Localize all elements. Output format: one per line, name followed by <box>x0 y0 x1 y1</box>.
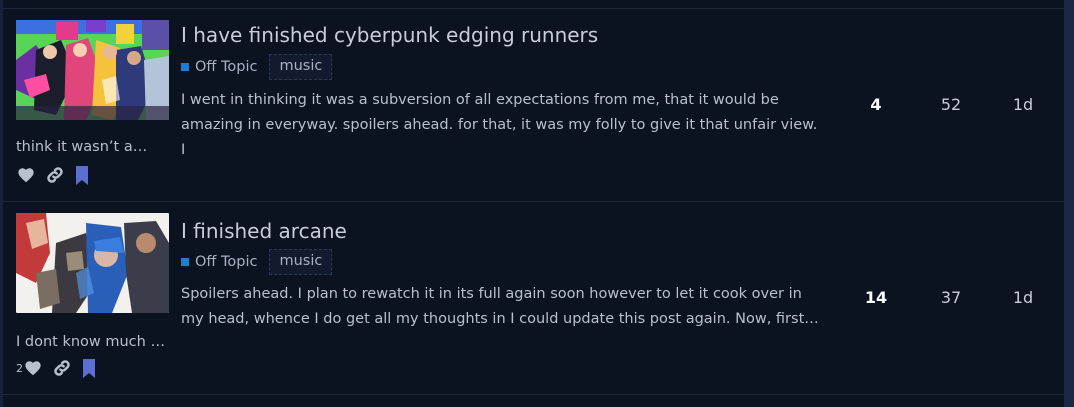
reply-count[interactable]: 4 <box>846 95 906 114</box>
topic-meta: Off Topic music <box>181 248 333 276</box>
topic-title[interactable]: I have finished cyberpunk edging runners <box>181 23 598 47</box>
bookmark-icon <box>83 358 95 378</box>
topic-thumbnail[interactable] <box>16 20 169 120</box>
bookmark-icon <box>76 165 88 185</box>
topic-list: I have finished cyberpunk edging runners… <box>0 0 1074 407</box>
topic-actions <box>16 164 99 186</box>
last-activity[interactable]: 1d <box>993 288 1053 307</box>
topic-excerpt[interactable]: Spoilers ahead. I plan to rewatch it in … <box>181 282 821 332</box>
topic-excerpt-overflow[interactable]: think it wasn’t a… <box>16 139 147 155</box>
bookmark-button[interactable] <box>82 358 96 378</box>
topic-title[interactable]: I finished arcane <box>181 219 347 243</box>
category-color-badge <box>181 258 189 266</box>
last-activity[interactable]: 1d <box>993 95 1053 114</box>
heart-icon <box>18 168 34 183</box>
link-icon <box>54 360 70 376</box>
arcane-thumbnail <box>16 213 169 313</box>
heart-icon <box>25 361 41 376</box>
topic-row[interactable]: I finished arcane Off Topic music Spoile… <box>3 202 1064 394</box>
topic-excerpt-overflow[interactable]: I dont know much … <box>16 334 165 350</box>
topic-meta: Off Topic music <box>181 53 333 81</box>
topic-thumbnail[interactable] <box>16 213 169 313</box>
tag-chip[interactable]: music <box>269 54 333 80</box>
cyberpunk-edgerunners-thumbnail <box>16 20 169 120</box>
like-count: 2 <box>16 361 23 375</box>
topic-excerpt[interactable]: I went in thinking it was a subversion o… <box>181 88 821 163</box>
category-color-badge <box>181 63 189 71</box>
bookmark-button[interactable] <box>75 165 89 185</box>
topic-row[interactable]: I have finished cyberpunk edging runners… <box>3 9 1064 201</box>
category-link[interactable]: Off Topic <box>195 59 257 75</box>
topic-actions: 2 <box>16 357 106 379</box>
scrollbar-track[interactable] <box>1064 0 1074 407</box>
share-link-button[interactable] <box>45 165 65 185</box>
like-button[interactable] <box>17 167 35 183</box>
view-count: 37 <box>940 288 962 307</box>
share-link-button[interactable] <box>52 358 72 378</box>
link-icon <box>47 167 63 183</box>
view-count: 52 <box>940 95 962 114</box>
divider <box>3 394 1064 395</box>
reply-count[interactable]: 14 <box>846 288 906 307</box>
category-link[interactable]: Off Topic <box>195 254 257 270</box>
tag-chip[interactable]: music <box>269 249 333 275</box>
like-button[interactable] <box>24 360 42 376</box>
